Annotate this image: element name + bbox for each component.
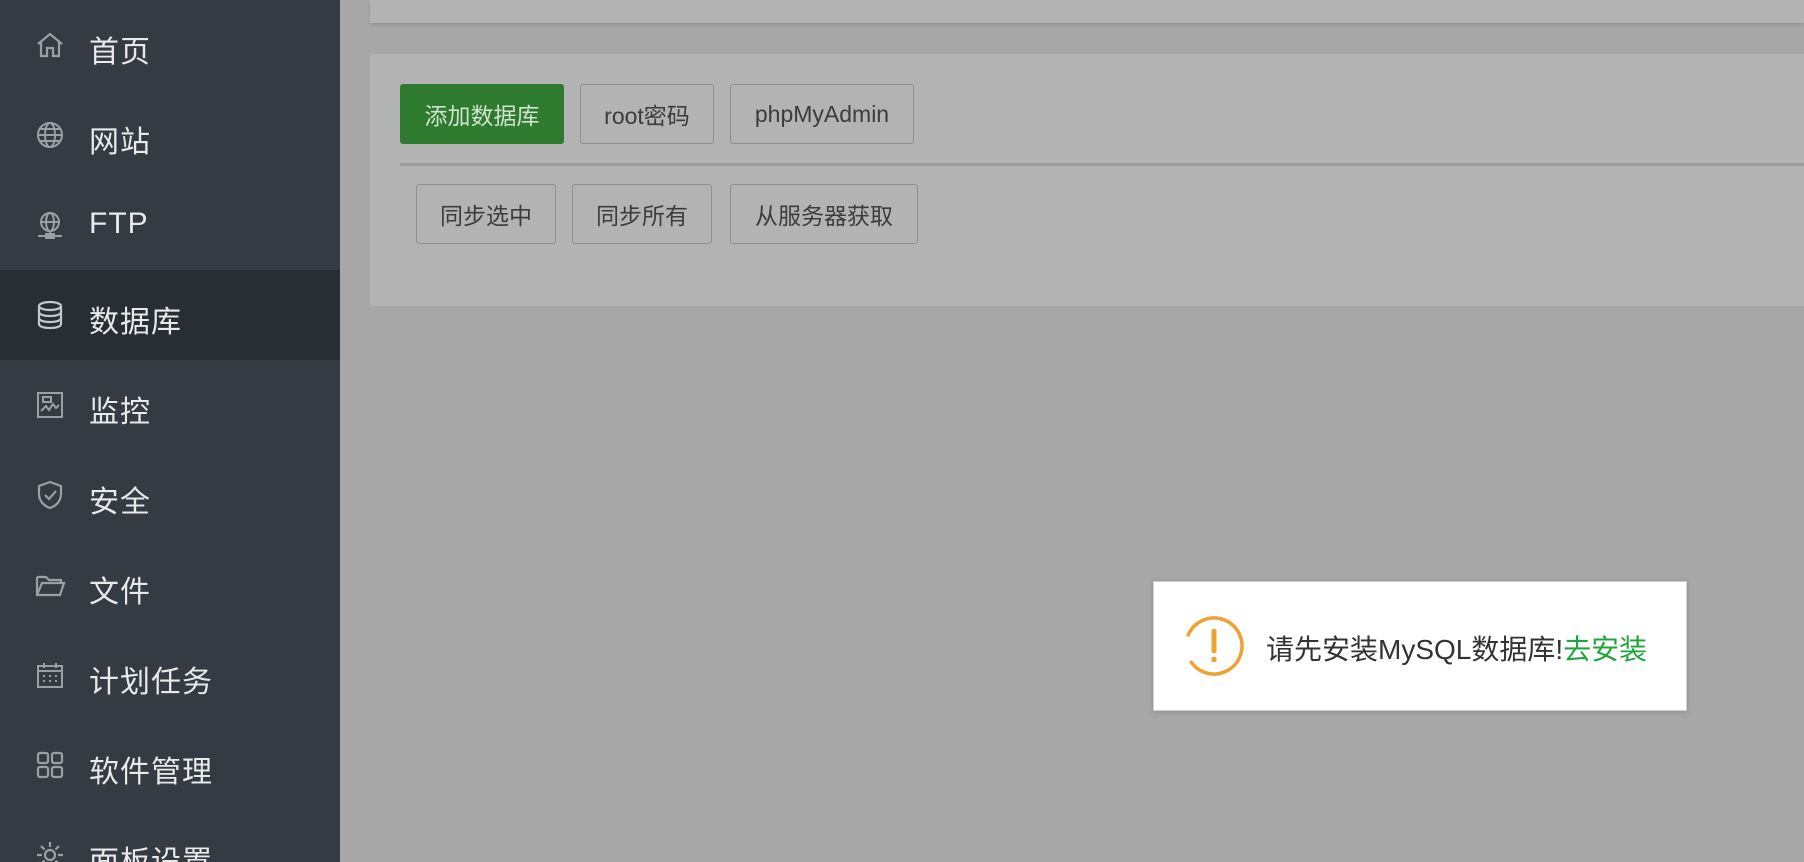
toast-message: 请先安装MySQL数据库! [1266, 634, 1564, 665]
sidebar-item-label: 安全 [89, 486, 151, 519]
top-panel [370, 0, 1804, 23]
install-link[interactable]: 去安装 [1563, 634, 1647, 665]
sidebar-item-security[interactable]: 安全 [0, 450, 340, 540]
sidebar-item-label: 数据库 [89, 306, 182, 339]
shield-icon [33, 478, 67, 512]
warning-toast: 请先安装MySQL数据库!去安装 [1153, 581, 1687, 711]
add-database-button[interactable]: 添加数据库 [400, 84, 564, 144]
home-icon [33, 28, 67, 62]
sidebar-item-label: 首页 [89, 36, 151, 69]
divider [400, 163, 1804, 166]
sidebar-item-ftp[interactable]: FTP [0, 180, 340, 270]
sidebar-item-label: 面板设置 [89, 837, 213, 862]
sidebar-item-label: 网站 [89, 126, 151, 159]
root-password-button[interactable]: root密码 [580, 84, 714, 144]
fetch-from-server-button[interactable]: 从服务器获取 [730, 184, 918, 244]
warning-icon [1183, 615, 1245, 677]
sidebar-item-software[interactable]: 软件管理 [0, 720, 340, 810]
sidebar-item-cron[interactable]: 计划任务 [0, 630, 340, 720]
sidebar-item-website[interactable]: 网站 [0, 90, 340, 180]
sidebar: 首页 网站 FTP 数据库 监控 安全 文件 计划任务 软件管理 [0, 0, 340, 862]
gear-icon [33, 838, 67, 862]
globe-icon [33, 118, 67, 152]
main-content: 添加数据库 root密码 phpMyAdmin 同步选中 同步所有 从服务器获取 [340, 0, 1804, 862]
calendar-icon [33, 658, 67, 692]
sidebar-item-label: 软件管理 [89, 756, 213, 789]
sidebar-item-settings[interactable]: 面板设置 [0, 810, 340, 862]
sidebar-item-monitor[interactable]: 监控 [0, 360, 340, 450]
sync-all-button[interactable]: 同步所有 [572, 184, 712, 244]
sidebar-item-home[interactable]: 首页 [0, 0, 340, 90]
sidebar-item-label: FTP [89, 207, 149, 240]
ftp-icon [33, 208, 67, 242]
database-toolbar-panel: 添加数据库 root密码 phpMyAdmin 同步选中 同步所有 从服务器获取 [370, 54, 1804, 306]
sync-selected-button[interactable]: 同步选中 [416, 184, 556, 244]
sidebar-item-label: 监控 [89, 396, 151, 429]
database-icon [33, 298, 67, 332]
folder-icon [33, 568, 67, 602]
monitor-icon [33, 388, 67, 422]
phpmyadmin-button[interactable]: phpMyAdmin [730, 84, 914, 144]
apps-icon [33, 748, 67, 782]
sidebar-item-label: 文件 [89, 576, 151, 609]
sidebar-item-files[interactable]: 文件 [0, 540, 340, 630]
sidebar-item-label: 计划任务 [89, 666, 213, 699]
sidebar-item-database[interactable]: 数据库 [0, 270, 340, 360]
